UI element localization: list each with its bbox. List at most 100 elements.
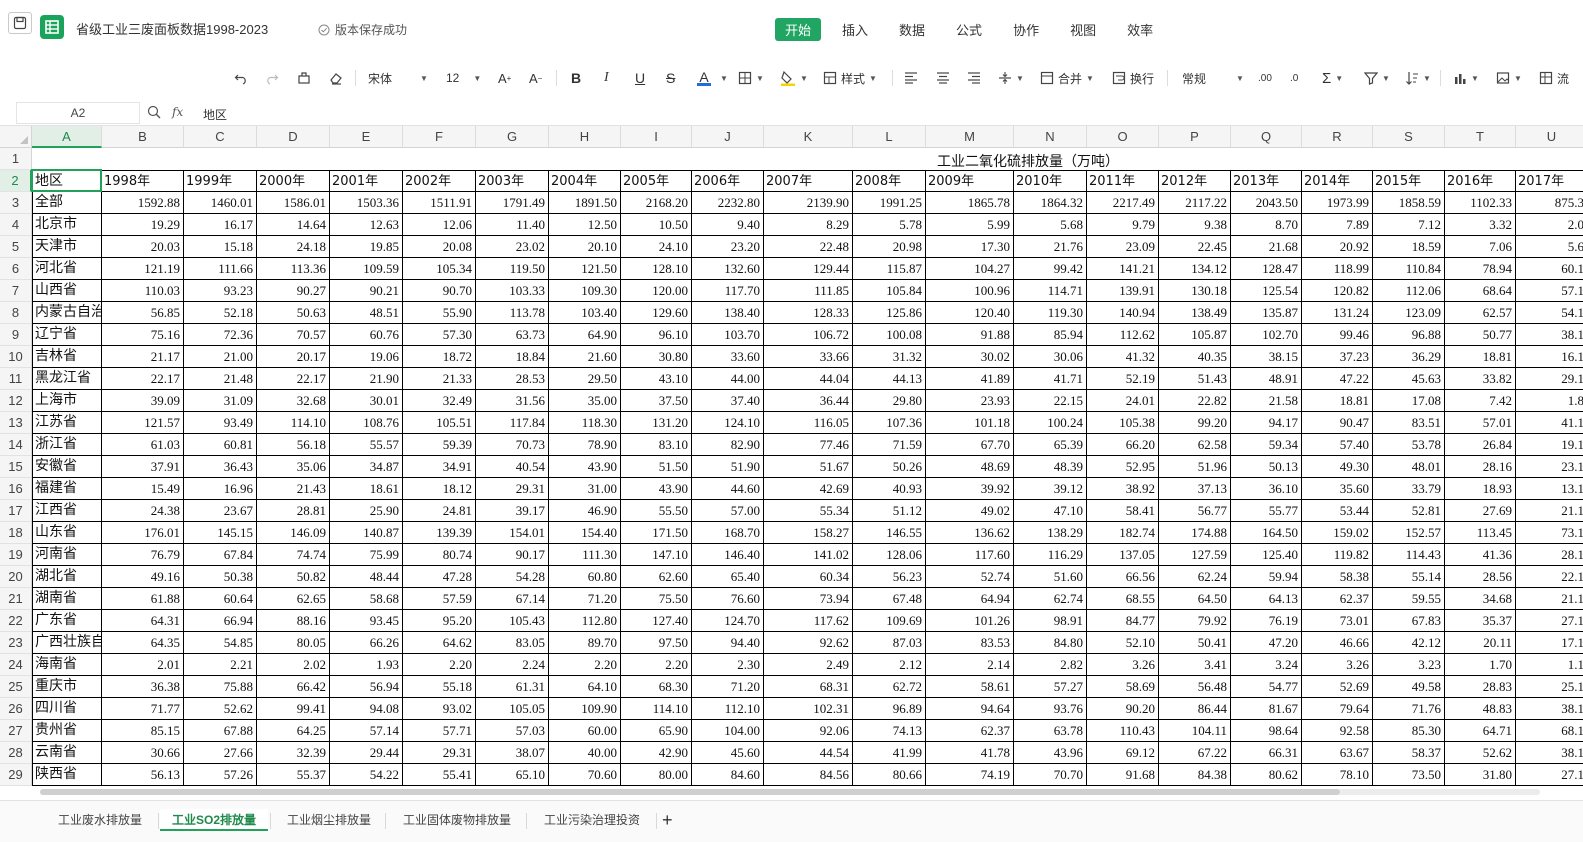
data-cell[interactable]: 64.31 <box>102 610 184 632</box>
data-cell[interactable]: 27.1 <box>1516 764 1583 786</box>
row-header-19[interactable]: 19 <box>0 544 32 566</box>
data-cell[interactable]: 56.48 <box>1159 676 1231 698</box>
data-cell[interactable]: 83.10 <box>621 434 692 456</box>
data-cell[interactable]: 85.94 <box>1014 324 1087 346</box>
data-cell[interactable]: 56.94 <box>330 676 403 698</box>
menu-tab-1[interactable]: 插入 <box>832 18 878 41</box>
data-cell[interactable]: 99.41 <box>257 698 330 720</box>
data-cell[interactable]: 1102.33 <box>1445 192 1516 214</box>
data-cell[interactable]: 57.71 <box>403 720 476 742</box>
data-cell[interactable]: 75.88 <box>184 676 257 698</box>
data-cell[interactable]: 96.88 <box>1373 324 1445 346</box>
redo-icon[interactable] <box>265 62 279 94</box>
data-cell[interactable]: 66.56 <box>1087 566 1159 588</box>
undo-icon[interactable] <box>234 62 248 94</box>
data-cell[interactable]: 52.95 <box>1087 456 1159 478</box>
data-cell[interactable]: 33.82 <box>1445 368 1516 390</box>
data-cell[interactable]: 35.00 <box>549 390 621 412</box>
data-cell[interactable]: 117.60 <box>926 544 1014 566</box>
data-cell[interactable]: 64.94 <box>926 588 1014 610</box>
data-cell[interactable]: 108.76 <box>330 412 403 434</box>
row-header-10[interactable]: 10 <box>0 346 32 368</box>
data-cell[interactable]: 36.10 <box>1231 478 1302 500</box>
chart-icon[interactable]: ▼ <box>1453 62 1479 94</box>
data-cell[interactable]: 60.81 <box>184 434 257 456</box>
data-cell[interactable]: 20.10 <box>549 236 621 258</box>
region-cell[interactable]: 湖南省 <box>32 588 102 610</box>
data-cell[interactable]: 43.90 <box>621 478 692 500</box>
data-cell[interactable]: 159.02 <box>1302 522 1373 544</box>
data-cell[interactable]: 74.13 <box>853 720 926 742</box>
header-cell[interactable]: 1999年 <box>184 170 257 192</box>
data-cell[interactable]: 2217.49 <box>1087 192 1159 214</box>
column-header-M[interactable]: M <box>926 126 1014 148</box>
sheet-tab-2[interactable]: 工业烟尘排放量 <box>275 809 383 831</box>
data-cell[interactable]: 49.02 <box>926 500 1014 522</box>
data-cell[interactable]: 146.40 <box>692 544 764 566</box>
data-cell[interactable]: 2.0 <box>1516 214 1583 236</box>
data-cell[interactable]: 1503.36 <box>330 192 403 214</box>
data-cell[interactable]: 62.65 <box>257 588 330 610</box>
data-cell[interactable]: 19.06 <box>330 346 403 368</box>
data-cell[interactable]: 36.43 <box>184 456 257 478</box>
data-cell[interactable]: 91.88 <box>926 324 1014 346</box>
data-cell[interactable]: 21.17 <box>102 346 184 368</box>
formula-input[interactable]: 地区 <box>203 106 227 123</box>
data-cell[interactable]: 90.70 <box>403 280 476 302</box>
menu-tab-2[interactable]: 数据 <box>889 18 935 41</box>
data-cell[interactable]: 68.30 <box>621 676 692 698</box>
data-cell[interactable]: 2.12 <box>853 654 926 676</box>
data-cell[interactable]: 67.88 <box>184 720 257 742</box>
data-cell[interactable]: 83.51 <box>1373 412 1445 434</box>
data-cell[interactable]: 105.43 <box>476 610 549 632</box>
data-cell[interactable]: 129.60 <box>621 302 692 324</box>
data-cell[interactable]: 110.84 <box>1373 258 1445 280</box>
sheet-title-cell[interactable]: 工业二氧化硫排放量（万吨） <box>937 151 1119 171</box>
data-cell[interactable]: 16.1 <box>1516 346 1583 368</box>
data-cell[interactable]: 38.1 <box>1516 324 1583 346</box>
data-cell[interactable]: 105.38 <box>1087 412 1159 434</box>
data-cell[interactable]: 71.77 <box>102 698 184 720</box>
data-cell[interactable]: 127.40 <box>621 610 692 632</box>
data-cell[interactable]: 75.16 <box>102 324 184 346</box>
data-cell[interactable]: 23.09 <box>1087 236 1159 258</box>
data-cell[interactable]: 128.47 <box>1231 258 1302 280</box>
menu-tab-3[interactable]: 公式 <box>946 18 992 41</box>
data-cell[interactable]: 25.90 <box>330 500 403 522</box>
data-cell[interactable]: 44.13 <box>853 368 926 390</box>
data-cell[interactable]: 120.00 <box>621 280 692 302</box>
data-cell[interactable]: 98.64 <box>1231 720 1302 742</box>
data-cell[interactable]: 27.66 <box>184 742 257 764</box>
data-cell[interactable]: 141.21 <box>1087 258 1159 280</box>
data-cell[interactable]: 2.82 <box>1014 654 1087 676</box>
data-cell[interactable]: 35.37 <box>1445 610 1516 632</box>
data-cell[interactable]: 52.74 <box>926 566 1014 588</box>
data-cell[interactable]: 21.00 <box>184 346 257 368</box>
data-cell[interactable]: 19.29 <box>102 214 184 236</box>
data-cell[interactable]: 70.57 <box>257 324 330 346</box>
data-cell[interactable]: 45.63 <box>1373 368 1445 390</box>
data-cell[interactable]: 64.50 <box>1159 588 1231 610</box>
data-cell[interactable]: 1586.01 <box>257 192 330 214</box>
data-cell[interactable]: 84.80 <box>1014 632 1087 654</box>
row-header-3[interactable]: 3 <box>0 192 32 214</box>
row-header-2[interactable]: 2 <box>0 170 32 192</box>
row-header-22[interactable]: 22 <box>0 610 32 632</box>
data-cell[interactable]: 3.26 <box>1302 654 1373 676</box>
data-cell[interactable]: 41.99 <box>853 742 926 764</box>
data-cell[interactable]: 66.42 <box>257 676 330 698</box>
region-cell[interactable]: 广东省 <box>32 610 102 632</box>
name-box[interactable]: A2 <box>16 102 140 124</box>
data-cell[interactable]: 2.02 <box>257 654 330 676</box>
data-cell[interactable]: 1592.88 <box>102 192 184 214</box>
data-cell[interactable]: 34.68 <box>1445 588 1516 610</box>
menu-tab-6[interactable]: 效率 <box>1117 18 1163 41</box>
data-cell[interactable]: 20.08 <box>403 236 476 258</box>
data-cell[interactable]: 101.18 <box>926 412 1014 434</box>
data-cell[interactable]: 40.93 <box>853 478 926 500</box>
data-cell[interactable]: 128.33 <box>764 302 853 324</box>
data-cell[interactable]: 22.45 <box>1159 236 1231 258</box>
data-cell[interactable]: 21.1 <box>1516 588 1583 610</box>
column-header-C[interactable]: C <box>184 126 257 148</box>
data-cell[interactable]: 52.62 <box>184 698 257 720</box>
